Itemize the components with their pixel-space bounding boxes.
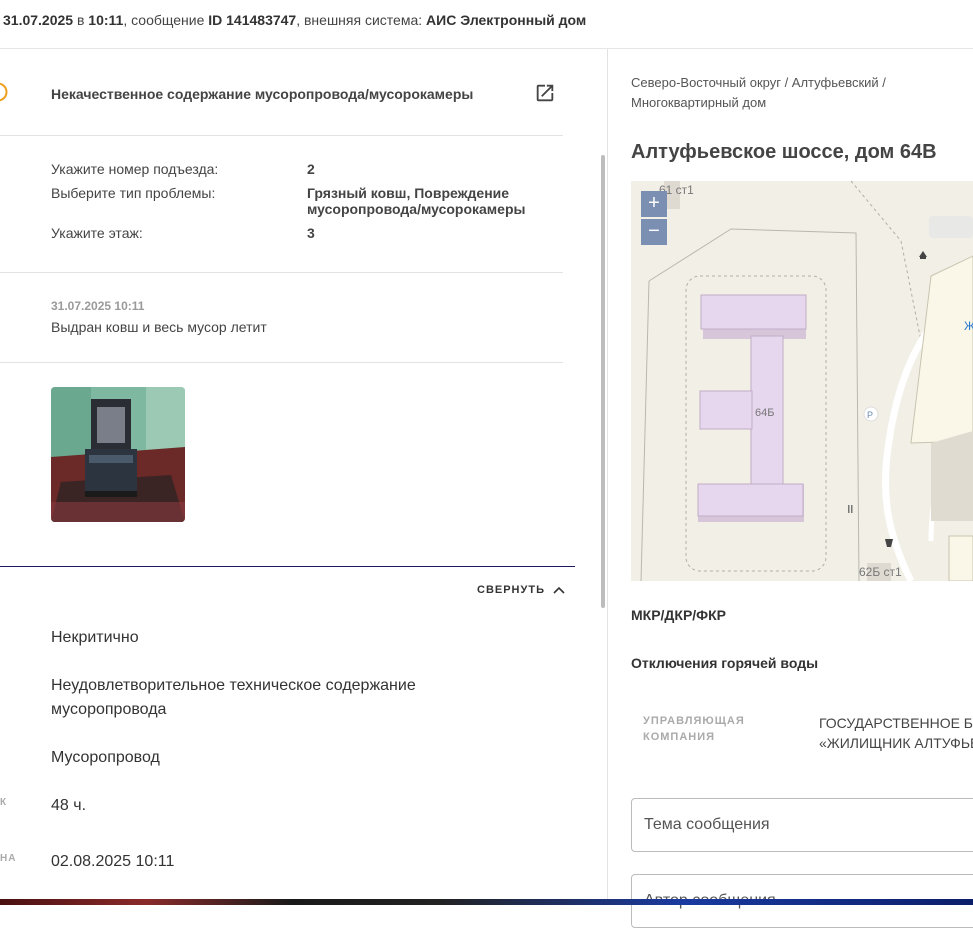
hot-water-section-title: Отключения горячей воды	[631, 655, 819, 671]
message-header-text: 31.07.2025 в 10:11, сообщение ID 1414837…	[3, 12, 586, 28]
message-id: ID 141483747	[208, 12, 297, 28]
object-value: Мусоропровод	[51, 749, 160, 766]
in-word: в	[76, 12, 85, 28]
map-label-parking: P	[867, 410, 873, 420]
map-canvas: 64Б 61 ст1 62Б ст1 P Ж	[631, 181, 973, 581]
divider	[0, 362, 563, 363]
warning-icon	[0, 82, 8, 102]
deadline-label: К	[0, 797, 8, 808]
building-address: Алтуфьевское шоссе, дом 64В	[631, 141, 937, 163]
zoom-out-button[interactable]: −	[641, 219, 667, 245]
building-info-panel: Северо-Восточный округ / Алтуфьевский / …	[608, 49, 973, 928]
map-label-64b: 64Б	[755, 407, 774, 419]
map-zoom-controls: + −	[641, 191, 667, 245]
message-date: 31.07.2025	[3, 12, 74, 28]
divider	[0, 272, 563, 273]
section-divider	[0, 566, 575, 567]
zoom-in-button[interactable]: +	[641, 191, 667, 217]
field-label-problem-type: Выберите тип проблемы:	[51, 185, 216, 201]
map-label-62b: 62Б ст1	[859, 565, 902, 579]
chevron-up-icon	[553, 586, 565, 594]
field-value-problem-type: Грязный ковш, Повреждение мусоропровода/…	[307, 185, 526, 217]
management-company-value: ГОСУДАРСТВЕННОЕ БЮ «ЖИЛИЩНИК АЛТУФЬЕ	[819, 713, 973, 753]
category-value: Неудовлетворительное техническое содержа…	[51, 677, 416, 718]
external-link-icon[interactable]	[534, 82, 556, 104]
page-header: 31.07.2025 в 10:11, сообщение ID 1414837…	[0, 0, 973, 49]
problem-title: Некачественное содержание мусоропровода/…	[51, 86, 474, 102]
due-label: НА	[0, 853, 17, 864]
management-company-line2: «ЖИЛИЩНИК АЛТУФЬЕ	[819, 735, 973, 751]
building-map[interactable]: 64Б 61 ст1 62Б ст1 P Ж + −	[631, 181, 973, 581]
due-date-value: 02.08.2025 10:11	[51, 853, 175, 870]
deadline-value: 48 ч.	[51, 797, 87, 814]
comment-date: 31.07.2025 10:11	[51, 299, 145, 313]
field-label-floor: Укажите этаж:	[51, 225, 143, 241]
breadcrumb: Северо-Восточный округ / Алтуфьевский / …	[631, 75, 886, 110]
map-label-zh: Ж	[964, 319, 973, 333]
message-prefix: , сообщение	[123, 12, 205, 28]
taskbar-strip	[0, 899, 973, 905]
comment-text: Выдран ковш и весь мусор летит	[51, 319, 267, 335]
scrollbar[interactable]	[601, 155, 605, 608]
repair-section-title: МКР/ДКР/ФКР	[631, 607, 727, 623]
field-label-entrance: Укажите номер подъезда:	[51, 161, 219, 177]
divider	[0, 135, 563, 136]
field-value-entrance: 2	[307, 161, 315, 177]
field-value-floor: 3	[307, 225, 315, 241]
message-details-panel: Некачественное содержание мусоропровода/…	[0, 49, 575, 899]
collapse-label: СВЕРНУТЬ	[477, 584, 545, 596]
external-system-name: АИС Электронный дом	[426, 12, 587, 28]
message-time: 10:11	[88, 12, 124, 28]
management-company-line1: ГОСУДАРСТВЕННОЕ БЮ	[819, 715, 973, 731]
criticality-value: Некритично	[51, 629, 139, 646]
subject-input[interactable]: Тема сообщения	[631, 798, 973, 852]
collapse-button[interactable]: СВЕРНУТЬ	[477, 584, 565, 596]
attached-photo-thumbnail[interactable]	[51, 387, 185, 522]
system-prefix: , внешняя система:	[296, 12, 423, 28]
management-company-label: УПРАВЛЯЮЩАЯ КОМПАНИЯ	[643, 715, 745, 743]
photo-image	[51, 387, 185, 522]
